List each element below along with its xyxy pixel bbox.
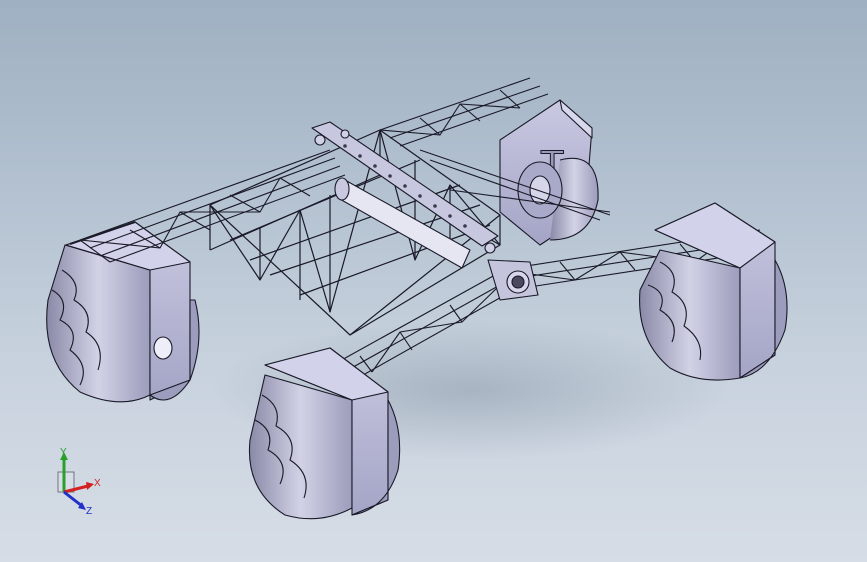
coordinate-triad: Y X Z <box>57 447 101 517</box>
z-axis-arrow <box>63 490 83 508</box>
rover-model[interactable]: T <box>0 0 867 562</box>
pivot-joint[interactable] <box>487 259 539 301</box>
chassis-frame[interactable] <box>209 129 501 336</box>
wheel-front-left[interactable] <box>46 221 200 403</box>
graphics-viewport[interactable]: T Y X Z <box>0 0 867 562</box>
wheel-rear-right[interactable]: T <box>499 99 599 246</box>
x-axis-arrowhead <box>86 482 94 490</box>
y-axis-label: Y <box>60 447 67 458</box>
wheel-front-right[interactable] <box>639 202 788 381</box>
x-axis-label: X <box>94 478 101 489</box>
z-axis-label: Z <box>86 506 92 517</box>
